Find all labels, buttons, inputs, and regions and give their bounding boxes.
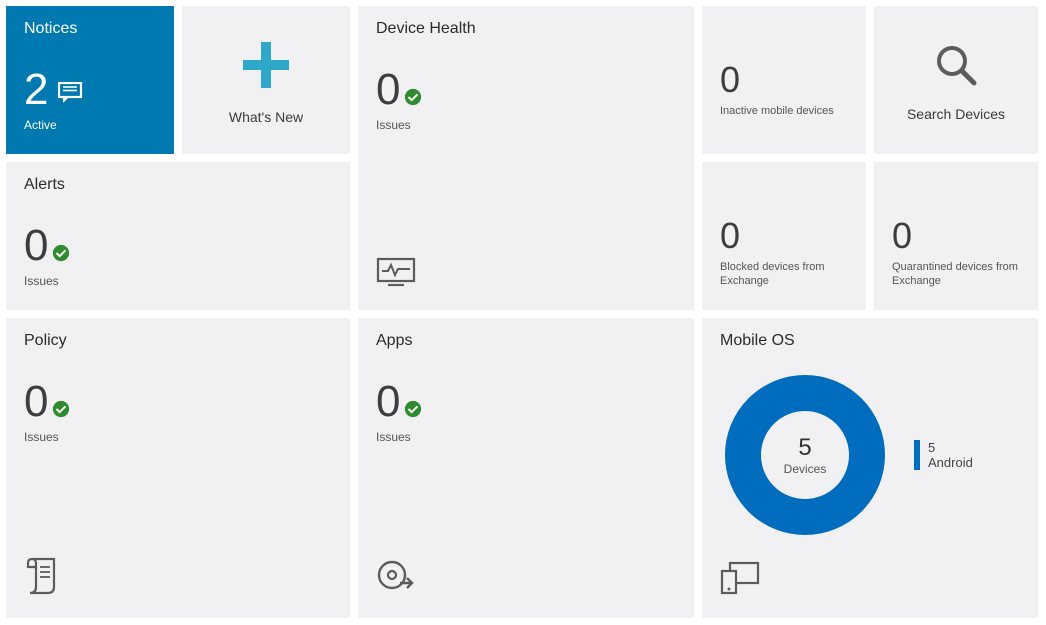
legend-count: 5: [928, 440, 973, 455]
policy-tile[interactable]: Policy 0 Issues: [6, 318, 350, 618]
legend-color-bar: [914, 440, 920, 470]
apps-tile[interactable]: Apps 0 Issues: [358, 318, 694, 618]
quarantined-count: 0: [892, 218, 1020, 254]
legend-label: Android: [928, 455, 973, 470]
device-health-tile[interactable]: Device Health 0 Issues: [358, 6, 694, 310]
apps-count-row: 0: [376, 380, 422, 424]
search-devices-label: Search Devices: [907, 106, 1005, 122]
disc-icon: [376, 559, 416, 600]
mobile-os-total: 5: [798, 434, 811, 462]
device-health-title: Device Health: [376, 20, 676, 38]
search-icon: [930, 39, 982, 96]
check-icon: [52, 244, 70, 262]
notices-count: 2: [24, 68, 48, 112]
mobile-os-tile[interactable]: Mobile OS 5 Devices 5 Android: [702, 318, 1038, 618]
inactive-devices-tile[interactable]: 0 Inactive mobile devices: [702, 6, 866, 154]
inactive-count: 0: [720, 62, 848, 98]
apps-sub: Issues: [376, 430, 676, 444]
notices-title: Notices: [24, 20, 156, 38]
blocked-count: 0: [720, 218, 848, 254]
quarantined-sub: Quarantined devices from Exchange: [892, 260, 1020, 289]
apps-count: 0: [376, 380, 400, 424]
search-devices-tile[interactable]: Search Devices: [874, 6, 1038, 154]
quarantined-devices-tile[interactable]: 0 Quarantined devices from Exchange: [874, 162, 1038, 310]
inactive-sub: Inactive mobile devices: [720, 104, 848, 118]
alerts-title: Alerts: [24, 176, 332, 194]
mobile-os-title: Mobile OS: [720, 332, 1020, 350]
alerts-count: 0: [24, 224, 48, 268]
blocked-sub: Blocked devices from Exchange: [720, 260, 848, 289]
devices-icon: [720, 561, 760, 600]
notices-count-row: 2: [24, 68, 84, 112]
device-health-sub: Issues: [376, 118, 676, 132]
notices-tile[interactable]: Notices 2 Active: [6, 6, 174, 154]
notices-sub: Active: [24, 118, 156, 132]
scroll-icon: [24, 555, 60, 600]
device-health-count: 0: [376, 68, 400, 112]
check-icon: [404, 88, 422, 106]
monitor-icon: [376, 257, 416, 292]
policy-sub: Issues: [24, 430, 332, 444]
check-icon: [52, 400, 70, 418]
whats-new-label: What's New: [229, 109, 303, 125]
apps-title: Apps: [376, 332, 676, 350]
policy-title: Policy: [24, 332, 332, 350]
policy-count-row: 0: [24, 380, 70, 424]
policy-count: 0: [24, 380, 48, 424]
device-health-count-row: 0: [376, 68, 422, 112]
mobile-os-donut: 5 Devices: [720, 370, 890, 540]
check-icon: [404, 400, 422, 418]
mobile-os-legend: 5 Android: [914, 440, 973, 470]
plus-icon: [237, 36, 295, 99]
alerts-count-row: 0: [24, 224, 70, 268]
chat-icon: [58, 68, 84, 112]
alerts-sub: Issues: [24, 274, 332, 288]
mobile-os-total-label: Devices: [784, 462, 827, 476]
blocked-devices-tile[interactable]: 0 Blocked devices from Exchange: [702, 162, 866, 310]
alerts-tile[interactable]: Alerts 0 Issues: [6, 162, 350, 310]
whats-new-tile[interactable]: What's New: [182, 6, 350, 154]
